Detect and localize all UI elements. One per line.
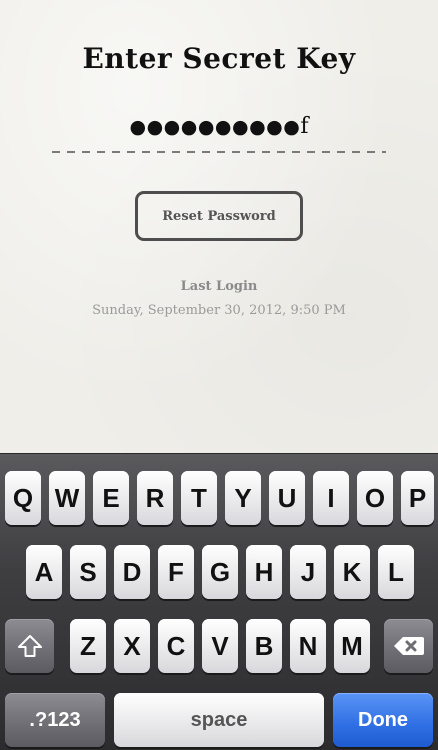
key-h[interactable]: H	[246, 545, 282, 599]
key-w[interactable]: W	[49, 471, 85, 525]
key-b[interactable]: B	[246, 619, 282, 673]
key-f[interactable]: F	[158, 545, 194, 599]
key-c[interactable]: C	[158, 619, 194, 673]
secret-key-masked: ●●●●●●●●●●	[129, 116, 301, 138]
shift-key[interactable]	[5, 619, 54, 673]
reset-password-button[interactable]: Reset Password	[135, 191, 303, 241]
done-key[interactable]: Done	[333, 693, 433, 747]
backspace-icon	[393, 637, 424, 655]
key-v[interactable]: V	[202, 619, 238, 673]
space-key[interactable]: space	[114, 693, 324, 747]
page-title: Enter Secret Key	[82, 42, 356, 75]
key-y[interactable]: Y	[225, 471, 261, 525]
key-d[interactable]: D	[114, 545, 150, 599]
key-u[interactable]: U	[269, 471, 305, 525]
key-l[interactable]: L	[378, 545, 414, 599]
input-underline	[52, 151, 386, 153]
last-login-label: Last Login	[180, 279, 258, 294]
last-login-value: Sunday, September 30, 2012, 9:50 PM	[92, 303, 346, 318]
key-s[interactable]: S	[70, 545, 106, 599]
key-p[interactable]: P	[401, 471, 434, 525]
key-k[interactable]: K	[334, 545, 370, 599]
shift-arrow-icon	[17, 635, 42, 657]
key-x[interactable]: X	[114, 619, 150, 673]
key-q[interactable]: Q	[5, 471, 41, 525]
key-e[interactable]: E	[93, 471, 129, 525]
key-r[interactable]: R	[137, 471, 173, 525]
key-m[interactable]: M	[334, 619, 370, 673]
key-z[interactable]: Z	[70, 619, 106, 673]
backspace-key[interactable]	[384, 619, 433, 673]
key-n[interactable]: N	[290, 619, 326, 673]
secret-key-field[interactable]: ●●●●●●●●●●f	[0, 114, 438, 139]
secret-key-last-char: f	[300, 114, 309, 139]
key-a[interactable]: A	[26, 545, 62, 599]
key-t[interactable]: T	[181, 471, 217, 525]
numbers-key[interactable]: .?123	[5, 693, 105, 747]
keyboard: Q W E R T Y U I O P A S D F G H J K L Z …	[0, 453, 438, 750]
key-j[interactable]: J	[290, 545, 326, 599]
key-g[interactable]: G	[202, 545, 238, 599]
key-i[interactable]: I	[313, 471, 349, 525]
key-o[interactable]: O	[357, 471, 393, 525]
